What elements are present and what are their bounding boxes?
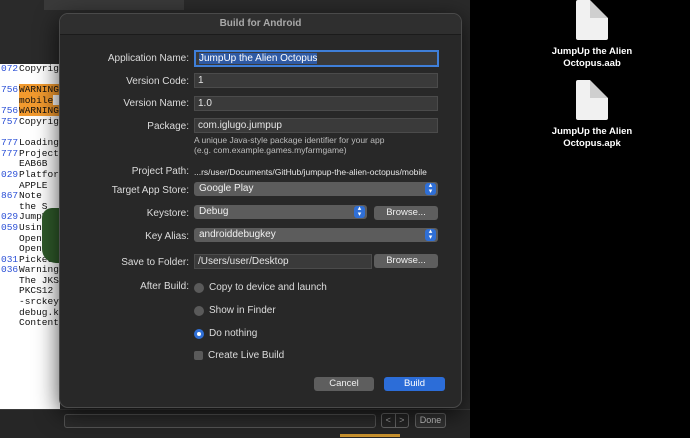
find-previous-button[interactable]: < bbox=[382, 414, 395, 427]
radio-copy-to-device[interactable]: Copy to device and launch bbox=[194, 282, 327, 293]
package-field[interactable]: com.iglugo.jumpup bbox=[194, 118, 438, 133]
project-path-label: Project Path: bbox=[131, 166, 189, 177]
console-line-text: APPLE bbox=[19, 179, 48, 191]
after-build-label: After Build: bbox=[140, 281, 189, 292]
console-line-number: 072 bbox=[1, 64, 19, 74]
console-line-text: Platform bbox=[19, 168, 60, 180]
version-name-field[interactable]: 1.0 bbox=[194, 96, 438, 111]
radio-label: Copy to device and launch bbox=[209, 282, 327, 293]
desktop-file-apk[interactable]: JumpUp the Alien Octopus.apk bbox=[537, 80, 647, 149]
key-alias-label: Key Alias: bbox=[145, 231, 189, 242]
console-line-text: Copyright bbox=[19, 115, 60, 127]
save-folder-browse-button[interactable]: Browse... bbox=[374, 254, 438, 268]
radio-label: Show in Finder bbox=[209, 305, 276, 316]
done-button[interactable]: Done bbox=[415, 413, 446, 428]
radio-do-nothing[interactable]: Do nothing bbox=[194, 328, 257, 339]
project-path-value: ...rs/user/Documents/GitHub/jumpup-the-a… bbox=[194, 167, 427, 177]
console-line-number: 756 bbox=[1, 84, 19, 96]
keystore-label: Keystore: bbox=[146, 208, 189, 219]
version-code-label: Version Code: bbox=[126, 76, 189, 87]
key-alias-value: androiddebugkey bbox=[199, 229, 276, 240]
version-code-field[interactable]: 1 bbox=[194, 73, 438, 88]
console-line-number: 059 bbox=[1, 221, 19, 233]
console-line-text: PKCS12 v bbox=[19, 285, 60, 297]
chevron-updown-icon: ▴ ▾ bbox=[354, 205, 365, 218]
console-line-number: 867 bbox=[1, 190, 19, 202]
app-name-label: Application Name: bbox=[107, 53, 189, 64]
console-line-text: WARNING bbox=[19, 84, 59, 96]
console-line: 757Copyright bbox=[0, 115, 60, 128]
find-next-button[interactable]: > bbox=[394, 414, 409, 427]
file-label: JumpUp the Alien Octopus.apk bbox=[551, 126, 633, 149]
chevron-updown-icon: ▴ ▾ bbox=[425, 182, 436, 195]
console-line-text: Project bbox=[19, 147, 59, 159]
find-nav-arrows[interactable]: < > bbox=[381, 413, 409, 428]
console-line-text: -srckeys bbox=[19, 296, 60, 308]
console-line-number: 777 bbox=[1, 147, 19, 159]
keystore-browse-button[interactable]: Browse... bbox=[374, 206, 438, 220]
target-store-value: Google Play bbox=[199, 183, 254, 194]
console-search-field[interactable] bbox=[64, 414, 376, 428]
console-line-text: debug.ke bbox=[19, 306, 60, 318]
save-folder-label: Save to Folder: bbox=[121, 257, 189, 268]
keystore-value: Debug bbox=[199, 206, 229, 217]
console-line-text: Note bbox=[19, 190, 42, 202]
version-name-label: Version Name: bbox=[123, 98, 189, 109]
package-hint: A unique Java-style package identifier f… bbox=[194, 135, 385, 155]
console-line-text: WARNING bbox=[19, 105, 59, 117]
dialog-title: Build for Android bbox=[60, 14, 461, 35]
console-line-text: the S bbox=[19, 200, 48, 212]
checkbox[interactable] bbox=[194, 351, 203, 360]
build-for-android-dialog: Build for Android Application Name: Jump… bbox=[59, 13, 462, 408]
app-name-field[interactable]: JumpUp the Alien Octopus bbox=[194, 50, 439, 67]
file-label: JumpUp the Alien Octopus.aab bbox=[551, 46, 633, 69]
console-line-text: Warning bbox=[19, 264, 59, 276]
target-store-label: Target App Store: bbox=[111, 185, 189, 196]
console-line-number: 029 bbox=[1, 168, 19, 180]
console-line-text: mobile bbox=[19, 94, 54, 106]
save-folder-field[interactable]: /Users/user/Desktop bbox=[194, 254, 372, 269]
document-icon bbox=[576, 80, 608, 120]
console-line-text: EAB6B bbox=[19, 158, 48, 170]
console-line: 072Copyright bbox=[0, 64, 60, 75]
console-line-number: 036 bbox=[1, 264, 19, 276]
radio-show-in-finder[interactable]: Show in Finder bbox=[194, 305, 276, 316]
radio-button[interactable] bbox=[194, 305, 204, 316]
radio-button[interactable] bbox=[194, 282, 204, 293]
cancel-button[interactable]: Cancel bbox=[314, 377, 374, 391]
checkbox-label: Create Live Build bbox=[208, 350, 285, 361]
radio-button-selected[interactable] bbox=[194, 328, 204, 339]
keystore-popup[interactable]: Debug ▴ ▾ bbox=[194, 205, 367, 219]
console-line-text: Contents bbox=[19, 317, 60, 329]
desktop-file-aab[interactable]: JumpUp the Alien Octopus.aab bbox=[537, 0, 647, 69]
editor-toolbar bbox=[44, 0, 184, 10]
radio-label: Do nothing bbox=[209, 328, 258, 339]
package-label: Package: bbox=[147, 121, 189, 132]
console-line-number: 757 bbox=[1, 115, 19, 127]
live-build-checkbox[interactable]: Create Live Build bbox=[194, 350, 284, 361]
build-button[interactable]: Build bbox=[384, 377, 445, 391]
console-line-text: Copyright bbox=[19, 64, 60, 74]
chevron-updown-icon: ▴ ▾ bbox=[425, 228, 436, 241]
document-icon bbox=[576, 0, 608, 40]
key-alias-popup[interactable]: androiddebugkey ▴ ▾ bbox=[194, 228, 438, 242]
console-line-text: Loading bbox=[19, 137, 59, 149]
app-name-value: JumpUp the Alien Octopus bbox=[199, 53, 318, 64]
console-line-text: The JKS bbox=[19, 274, 59, 286]
console-line: Contents bbox=[0, 317, 60, 329]
target-store-popup[interactable]: Google Play ▴ ▾ bbox=[194, 182, 438, 196]
